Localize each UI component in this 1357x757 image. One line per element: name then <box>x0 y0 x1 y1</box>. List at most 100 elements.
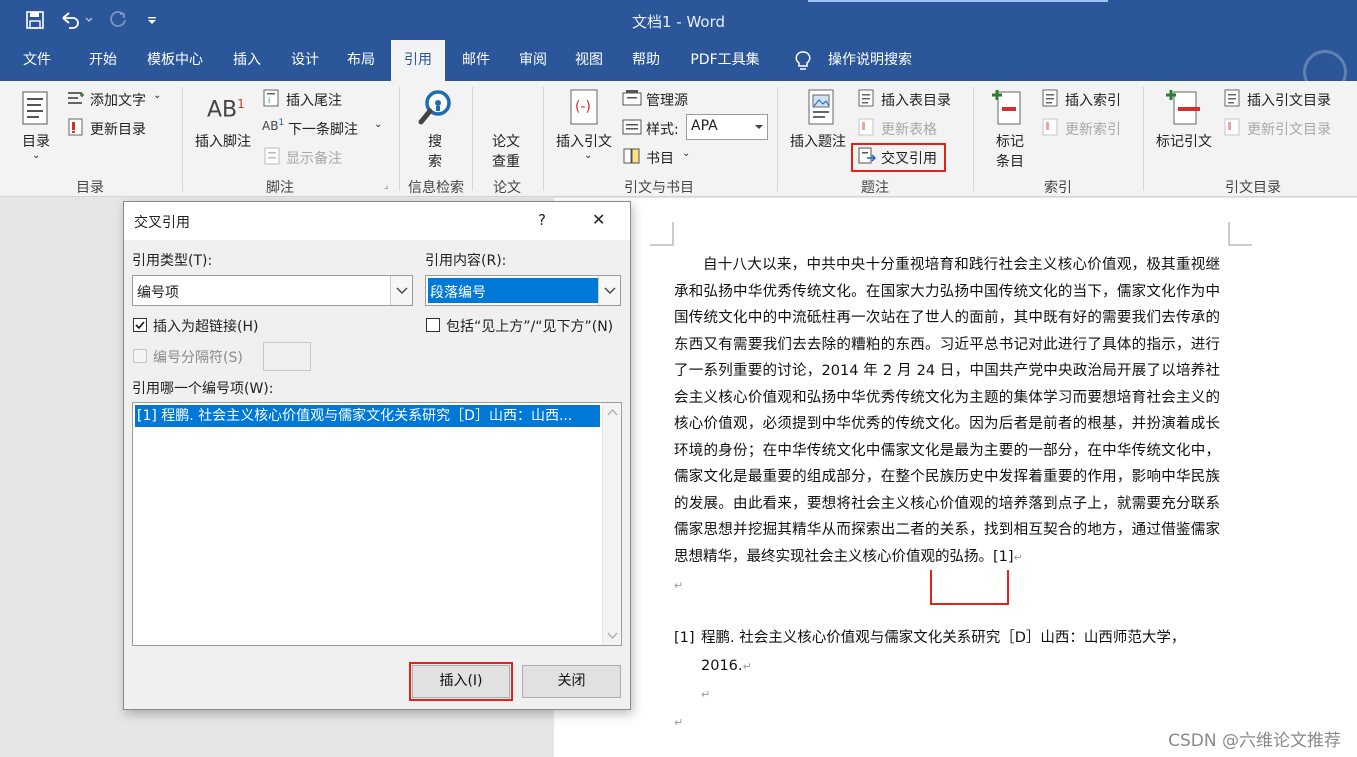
chevron-down-icon[interactable]: ⌄ <box>682 148 690 159</box>
group-label-footnote: 脚注 <box>266 180 294 196</box>
reference-text: 程鹏. 社会主义核心价值观与儒家文化关系研究［D］山西：山西师范大学，2016. <box>701 630 1186 674</box>
tab-review[interactable]: 审阅 <box>506 40 560 81</box>
search-icon[interactable] <box>418 89 454 133</box>
update-toc-icon <box>67 118 85 140</box>
tab-home[interactable]: 开始 <box>74 40 132 81</box>
close-icon[interactable]: ✕ <box>592 210 605 229</box>
group-label-research: 信息检索 <box>408 180 464 196</box>
insert-footnote-button[interactable]: 插入脚注 <box>195 131 251 151</box>
title-accent-line <box>808 0 1108 2</box>
group-label-toa: 引文目录 <box>1225 180 1281 196</box>
help-icon[interactable]: ? <box>538 211 546 229</box>
ref-content-select[interactable]: 段落编号 <box>425 275 621 306</box>
insert-caption-button[interactable]: 插入题注 <box>790 131 846 151</box>
document-body[interactable]: 自十八大以来，中共中央十分重视培育和践行社会主义核心价值观，极其重视继承和弘扬中… <box>674 252 1220 600</box>
tab-pdf-tools[interactable]: PDF工具集 <box>680 40 770 81</box>
tab-references[interactable]: 引用 <box>391 40 445 81</box>
mark-citation-button[interactable]: 标记引文 <box>1156 131 1212 151</box>
citation-mark[interactable]: [1] <box>993 549 1014 565</box>
group-label-toc: 目录 <box>76 180 104 196</box>
tab-layout[interactable]: 布局 <box>334 40 388 81</box>
mark-entry-button-line2[interactable]: 条目 <box>996 151 1024 171</box>
chevron-down-icon[interactable] <box>751 115 767 139</box>
insert-caption-icon[interactable] <box>806 89 836 129</box>
toc-button[interactable]: 目录 <box>22 131 50 151</box>
insert-index-icon <box>1042 89 1058 111</box>
insert-citation-icon[interactable]: (-) <box>568 89 602 129</box>
list-item[interactable]: [1] 程鹏. 社会主义核心价值观与儒家文化关系研究［D］山西：山西... <box>135 405 600 427</box>
tab-help[interactable]: 帮助 <box>619 40 673 81</box>
update-toc-button[interactable]: 更新目录 <box>90 119 146 139</box>
include-above-below-checkbox[interactable] <box>426 318 440 332</box>
update-table-icon <box>858 118 874 140</box>
numbered-items-list[interactable]: [1] 程鹏. 社会主义核心价值观与儒家文化关系研究［D］山西：山西... <box>132 402 622 646</box>
insert-toa-button[interactable]: 插入引文目录 <box>1247 90 1331 110</box>
ref-type-select[interactable]: 编号项 <box>132 275 413 306</box>
separator-checkbox <box>133 349 147 363</box>
bibliography-icon <box>622 147 642 169</box>
paper-check-button-line1[interactable]: 论文 <box>492 131 520 151</box>
bibliography-button[interactable]: 书目 <box>646 148 674 168</box>
insert-hyperlink-checkbox[interactable] <box>133 318 147 332</box>
table-of-contents-icon[interactable] <box>20 91 50 129</box>
ribbon-tabs: 文件 开始 模板中心 插入 设计 布局 引用 邮件 审阅 视图 帮助 PDF工具… <box>0 40 1357 94</box>
dialog-launcher-icon[interactable]: ⌟ <box>384 181 388 191</box>
citation-style-select[interactable]: APA <box>686 114 768 140</box>
ref-content-label: 引用内容(R): <box>425 253 507 269</box>
tab-template-center[interactable]: 模板中心 <box>136 40 214 81</box>
insert-table-of-figures-button[interactable]: 插入表目录 <box>881 90 951 110</box>
update-toa-button: 更新引文目录 <box>1247 122 1331 138</box>
insert-index-button[interactable]: 插入索引 <box>1065 90 1121 110</box>
body-paragraph[interactable]: 自十八大以来，中共中央十分重视培育和践行社会主义核心价值观，极其重视继承和弘扬中… <box>674 252 1220 571</box>
close-button[interactable]: 关闭 <box>522 665 621 698</box>
add-text-icon <box>67 89 85 111</box>
style-label: 样式: <box>646 122 679 138</box>
update-index-icon <box>1042 118 1058 140</box>
style-icon <box>622 118 642 140</box>
group-separator <box>973 87 974 191</box>
mark-entry-button-line1[interactable]: 标记 <box>996 131 1024 151</box>
chevron-down-icon[interactable]: ⌄ <box>32 150 40 161</box>
manage-sources-button[interactable]: 管理源 <box>646 90 688 110</box>
next-footnote-button[interactable]: 下一条脚注 <box>288 119 358 139</box>
group-separator <box>472 87 473 191</box>
insert-table-of-figures-icon <box>858 89 874 111</box>
add-text-button[interactable]: 添加文字 <box>90 90 146 110</box>
svg-text:i: i <box>268 96 270 105</box>
tab-mailings[interactable]: 邮件 <box>449 40 503 81</box>
chevron-down-icon[interactable] <box>390 276 412 305</box>
body-paragraph-end: 弘扬。 <box>949 548 994 565</box>
paragraph-mark: ↵ <box>674 716 684 729</box>
body-paragraph-text: 自十八大以来，中共中央十分重视培育和践行社会主义核心价值观，极其重视继承和弘扬中… <box>674 257 1220 565</box>
watermark: CSDN @六维论文推荐 <box>1168 731 1341 751</box>
group-separator <box>543 87 544 191</box>
insert-citation-button[interactable]: 插入引文 <box>556 131 612 151</box>
tab-design[interactable]: 设计 <box>278 40 332 81</box>
mark-entry-icon[interactable] <box>990 87 1024 131</box>
search-button-line2[interactable]: 索 <box>428 151 442 171</box>
insert-endnote-button[interactable]: 插入尾注 <box>286 90 342 110</box>
search-button-line1[interactable]: 搜 <box>428 131 442 151</box>
group-separator <box>1143 87 1144 191</box>
svg-text:(-): (-) <box>575 99 591 115</box>
mark-citation-icon[interactable] <box>1164 87 1202 131</box>
chevron-down-icon[interactable] <box>598 276 620 305</box>
tab-file[interactable]: 文件 <box>8 40 66 81</box>
paragraph-mark: ↵ <box>742 660 752 673</box>
dialog-title-bar[interactable]: 交叉引用 ? ✕ <box>124 202 630 240</box>
ref-type-label: 引用类型(T): <box>132 253 213 269</box>
tab-insert[interactable]: 插入 <box>220 40 274 81</box>
chevron-down-icon[interactable]: ⌄ <box>374 119 382 130</box>
paper-check-button-line2[interactable]: 查重 <box>492 151 520 171</box>
lightbulb-icon[interactable] <box>788 40 818 81</box>
chevron-down-icon[interactable]: ⌄ <box>584 150 592 161</box>
insert-hyperlink-label: 插入为超链接(H) <box>153 319 259 335</box>
chevron-down-icon[interactable]: ⌄ <box>153 90 161 101</box>
list-scrollbar[interactable] <box>602 403 621 645</box>
update-table-button: 更新表格 <box>881 122 937 138</box>
reference-item[interactable]: [1] 程鹏. 社会主义核心价值观与儒家文化关系研究［D］山西：山西师范大学，2… <box>674 624 1220 737</box>
tab-view[interactable]: 视图 <box>562 40 616 81</box>
ribbon: 目录 ⌄ 添加文字 ⌄ 更新目录 目录 AB1 插入脚注 i 插入尾注 AB1 … <box>0 81 1357 197</box>
tell-me-search[interactable]: 操作说明搜索 <box>820 40 920 81</box>
insert-footnote-icon[interactable]: AB1 <box>207 97 245 122</box>
